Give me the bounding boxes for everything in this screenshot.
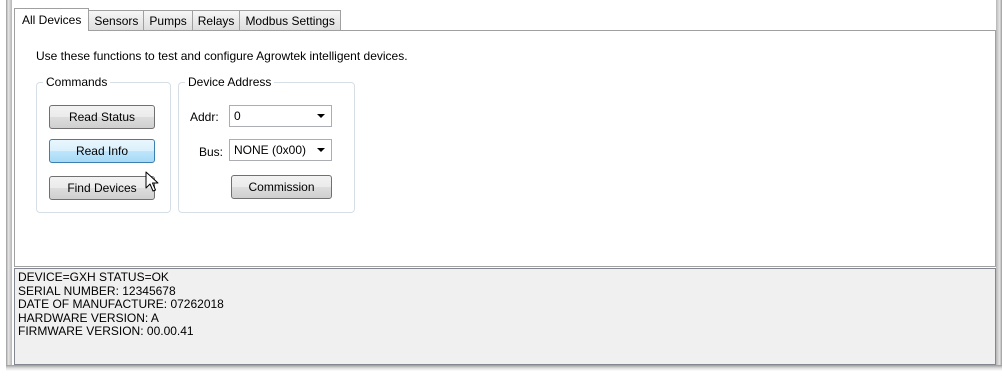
tab-modbus-settings[interactable]: Modbus Settings	[239, 10, 341, 30]
output-line: SERIAL NUMBER: 12345678	[18, 283, 176, 298]
window-border-bottom	[6, 365, 1002, 371]
panel-description: Use these functions to test and configur…	[36, 49, 408, 63]
chevron-down-icon	[317, 114, 325, 118]
tab-pumps[interactable]: Pumps	[143, 10, 193, 30]
commands-group: Commands Read Status Read Info Find Devi…	[36, 74, 171, 213]
mouse-pointer-icon	[145, 171, 159, 192]
tab-relays[interactable]: Relays	[191, 10, 241, 30]
output-line: HARDWARE VERSION: A	[18, 310, 159, 325]
output-line: DEVICE=GXH STATUS=OK	[18, 270, 169, 284]
app-window: All Devices Sensors Pumps Relays Modbus …	[0, 0, 1003, 377]
output-line: DATE OF MANUFACTURE: 07262018	[18, 297, 224, 311]
tab-all-devices[interactable]: All Devices	[14, 8, 90, 31]
addr-value: 0	[234, 109, 241, 123]
find-devices-button[interactable]: Find Devices	[49, 176, 155, 200]
tab-sensors[interactable]: Sensors	[88, 10, 145, 30]
device-address-group: Device Address Addr: 0 Bus: NONE (0x00) …	[178, 74, 355, 213]
read-info-button[interactable]: Read Info	[49, 139, 155, 163]
bus-label: Bus:	[199, 145, 224, 159]
bus-value: NONE (0x00)	[234, 143, 307, 157]
commands-group-title: Commands	[43, 74, 111, 90]
addr-label: Addr:	[190, 110, 219, 124]
window-border-left	[6, 0, 12, 365]
device-address-group-title: Device Address	[185, 74, 275, 90]
tab-strip: All Devices Sensors Pumps Relays Modbus …	[14, 8, 341, 31]
addr-select[interactable]: 0	[229, 105, 332, 127]
output-console[interactable]: DEVICE=GXH STATUS=OK SERIAL NUMBER: 1234…	[14, 268, 996, 365]
window-border-right	[996, 0, 1002, 365]
read-status-button[interactable]: Read Status	[49, 105, 155, 129]
chevron-down-icon	[317, 148, 325, 152]
output-line: FIRMWARE VERSION: 00.00.41	[18, 324, 194, 338]
bus-select[interactable]: NONE (0x00)	[229, 139, 332, 161]
commission-button[interactable]: Commission	[231, 175, 332, 199]
all-devices-panel: Use these functions to test and configur…	[14, 30, 996, 267]
